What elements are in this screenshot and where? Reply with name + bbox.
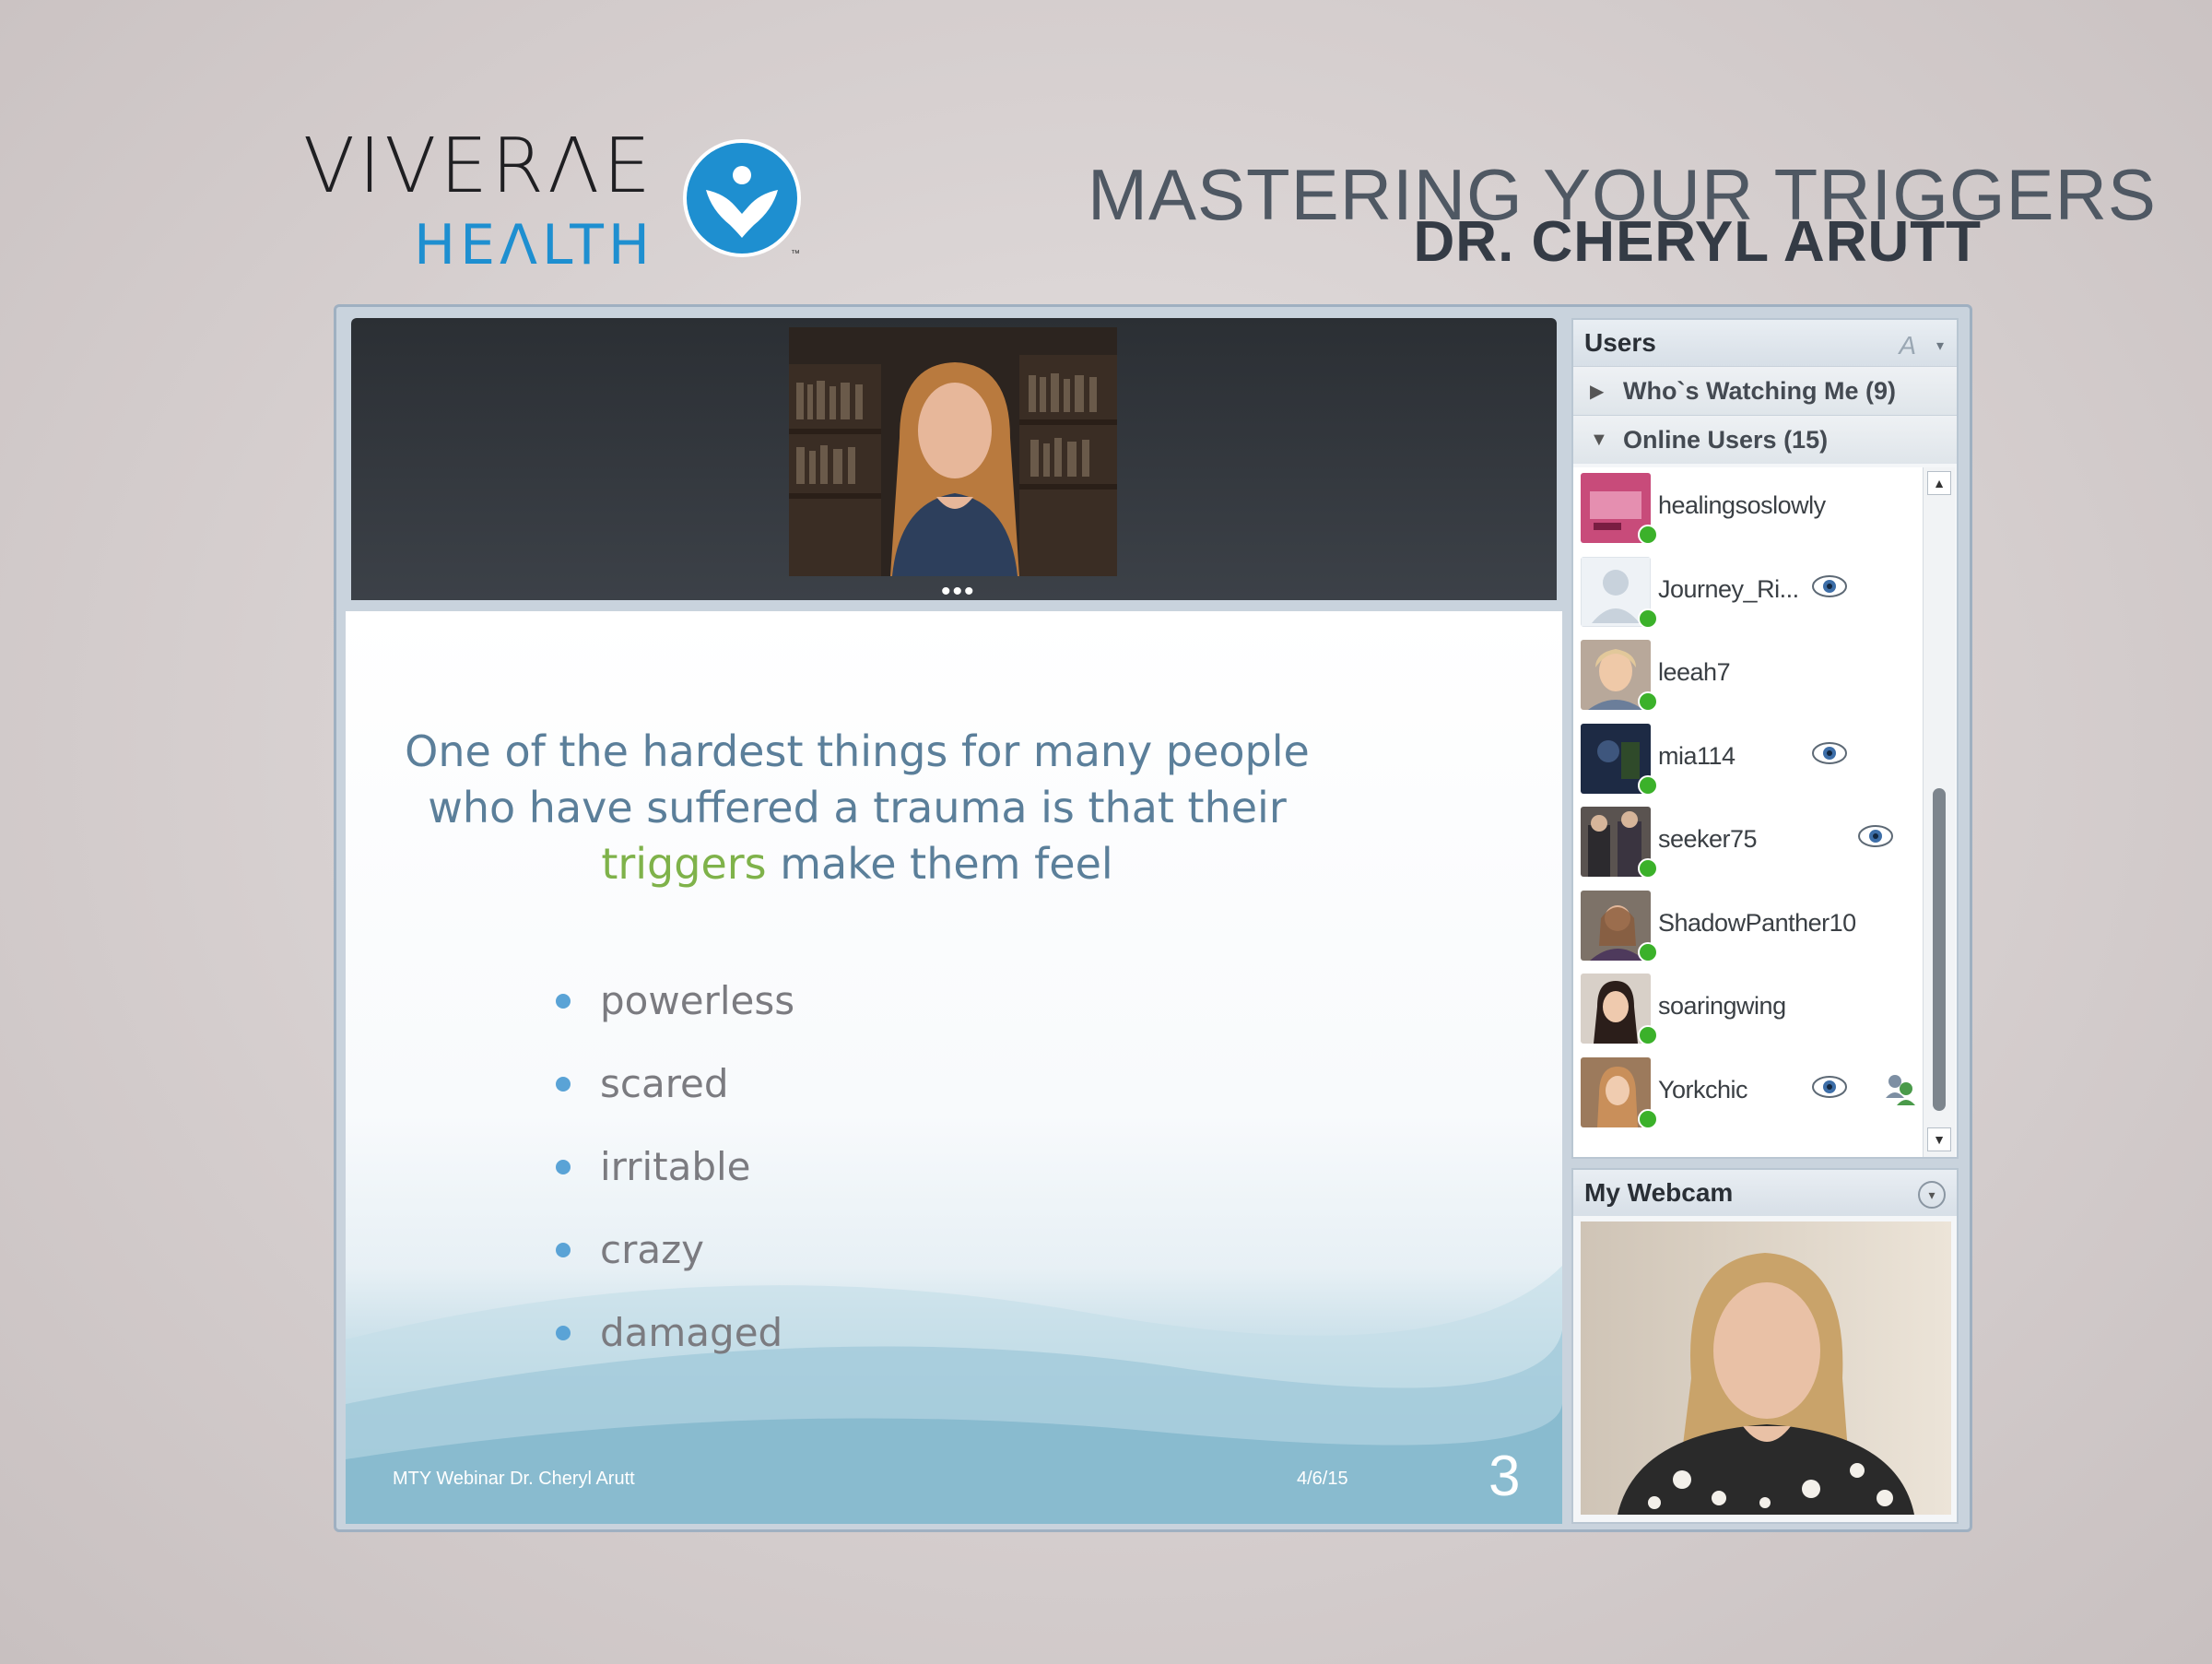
font-size-icon[interactable]: A <box>1899 331 1916 360</box>
slide-bullet-list: powerless scared irritable crazy damaged <box>556 960 794 1375</box>
online-status-icon <box>1638 1025 1658 1045</box>
slide-highlight-word: triggers <box>601 839 767 889</box>
collapse-arrow-icon: ▼ <box>1590 429 1608 450</box>
watching-eye-icon[interactable] <box>1811 573 1848 599</box>
bullet-dot-icon <box>556 1326 571 1340</box>
logo-wordmark-viverae: VIVERΛE <box>302 123 654 210</box>
presenter-video-strip: ••• <box>351 318 1557 606</box>
bullet-dot-icon <box>556 1243 571 1257</box>
slide-footer-title: MTY Webinar Dr. Cheryl Arutt <box>393 1469 635 1489</box>
online-status-icon <box>1638 858 1658 879</box>
online-status-icon <box>1638 691 1658 712</box>
watching-eye-icon[interactable] <box>1811 1074 1848 1100</box>
user-row[interactable]: mia114 <box>1573 718 1924 802</box>
user-row[interactable]: healingsoslowly <box>1573 467 1924 551</box>
slide-line-3-rest: make them feel <box>766 839 1113 889</box>
online-status-icon <box>1638 1108 1658 1129</box>
user-name: mia114 <box>1658 741 1735 770</box>
group-label: Online Users (15) <box>1623 425 1829 454</box>
group-whos-watching-me[interactable]: ▶ Who`s Watching Me (9) <box>1573 366 1957 415</box>
slide-line-1: One of the hardest things for many peopl… <box>405 726 1310 776</box>
webcam-panel-header: My Webcam ▾ <box>1573 1170 1957 1216</box>
user-name: seeker75 <box>1658 825 1758 853</box>
online-status-icon <box>1638 774 1658 796</box>
presentation-slide: One of the hardest things for many peopl… <box>346 611 1562 1524</box>
user-name: soaringwing <box>1658 992 1786 1020</box>
slide-line-3: triggers make them feel <box>346 836 1369 892</box>
user-row[interactable]: Yorkchic <box>1573 1052 1924 1136</box>
scroll-down-arrow-icon[interactable]: ▼ <box>1927 1127 1951 1151</box>
user-name: healingsoslowly <box>1658 491 1826 519</box>
bullet-dot-icon <box>556 1077 571 1092</box>
user-list-scrollbar[interactable]: ▲ ▼ <box>1923 467 1955 1157</box>
online-status-icon <box>1638 608 1658 629</box>
trademark-mark: ™ <box>791 249 800 259</box>
watching-eye-icon[interactable] <box>1811 740 1848 766</box>
scrollbar-thumb[interactable] <box>1933 788 1946 1111</box>
user-row[interactable]: Journey_Ri... <box>1573 551 1924 635</box>
slide-bullet: scared <box>556 1043 794 1126</box>
slide-line-2: who have suffered a trauma is that their <box>428 783 1287 832</box>
users-panel-menu-icon[interactable]: ▾ <box>1936 336 1944 355</box>
users-panel-header: Users A ▾ <box>1573 320 1957 366</box>
users-panel-title: Users <box>1584 328 1656 357</box>
online-status-icon <box>1638 525 1658 545</box>
user-name: Yorkchic <box>1658 1075 1748 1103</box>
slide-bullet: powerless <box>556 960 794 1043</box>
slide-footer-date: 4/6/15 <box>1297 1469 1348 1489</box>
user-row[interactable]: leeah7 <box>1573 634 1924 718</box>
user-name: leeah7 <box>1658 658 1731 686</box>
logo-wordmark-health: HEΛLTH <box>413 213 654 277</box>
slide-page-number: 3 <box>1488 1445 1521 1508</box>
slide-bullet: damaged <box>556 1292 794 1375</box>
user-name: Journey_Ri... <box>1658 574 1799 603</box>
scroll-up-arrow-icon[interactable]: ▲ <box>1927 471 1951 495</box>
webinar-app-window: ••• One of the hardest things for many p… <box>334 304 1972 1532</box>
slide-bullet: crazy <box>556 1209 794 1292</box>
presenter-name: DR. CHERYL ARUTT <box>1413 210 1982 274</box>
webcam-menu-chevron-icon[interactable]: ▾ <box>1918 1181 1946 1209</box>
user-row[interactable]: seeker75 <box>1573 801 1924 885</box>
video-options-dots[interactable]: ••• <box>941 578 976 606</box>
my-webcam-video-feed[interactable] <box>1581 1221 1951 1515</box>
users-panel: Users A ▾ ▶ Who`s Watching Me (9) ▼ Onli… <box>1571 318 1959 1159</box>
online-status-icon <box>1638 941 1658 962</box>
group-label: Who`s Watching Me (9) <box>1623 376 1896 405</box>
slide-heading-text: One of the hardest things for many peopl… <box>346 724 1369 892</box>
group-online-users[interactable]: ▼ Online Users (15) <box>1573 415 1957 464</box>
my-webcam-panel: My Webcam ▾ <box>1571 1168 1959 1524</box>
bullet-dot-icon <box>556 994 571 1009</box>
slide-bullet: irritable <box>556 1126 794 1209</box>
viverae-logo-icon <box>683 139 801 257</box>
user-row[interactable]: ShadowPanther10 <box>1573 885 1924 969</box>
expand-arrow-icon: ▶ <box>1590 381 1605 402</box>
online-user-list: healingsoslowly Journey_Ri... leeah7 mia… <box>1573 467 1924 1157</box>
presenter-video-feed[interactable] <box>789 327 1117 576</box>
bullet-dot-icon <box>556 1160 571 1174</box>
user-row[interactable]: soaringwing <box>1573 968 1924 1052</box>
watching-eye-icon[interactable] <box>1857 823 1894 849</box>
user-name: ShadowPanther10 <box>1658 908 1856 937</box>
private-chat-users-icon[interactable] <box>1882 1070 1919 1107</box>
viverae-health-logo: VIVERΛE HEΛLTH <box>175 123 654 277</box>
webcam-panel-title: My Webcam <box>1584 1178 1734 1207</box>
